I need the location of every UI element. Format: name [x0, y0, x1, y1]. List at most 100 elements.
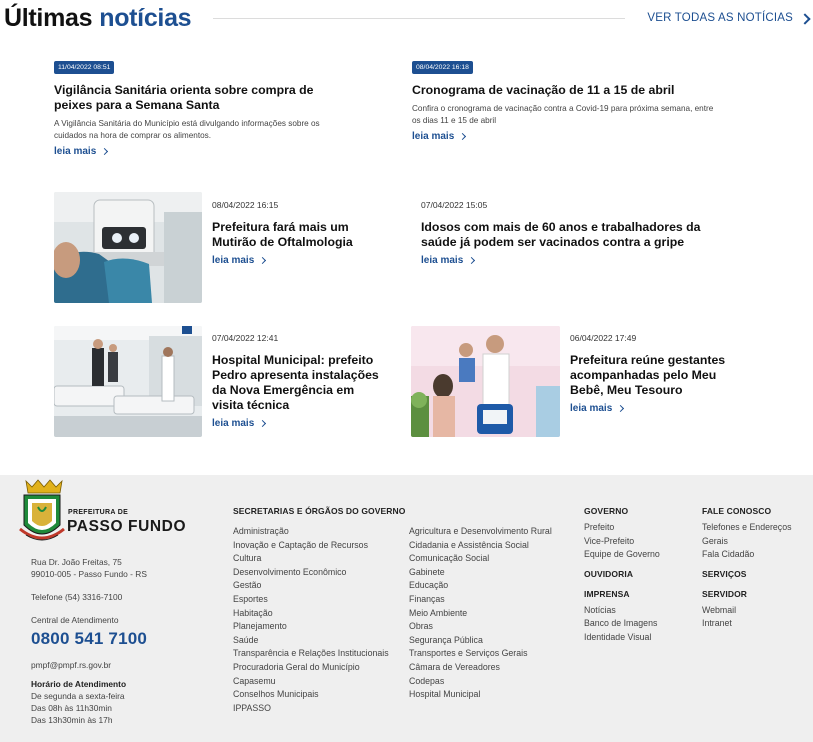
address-line-2: 99010-005 - Passo Fundo - RS	[31, 569, 147, 579]
footer-link[interactable]: Inovação e Captação de Recursos	[233, 539, 409, 553]
news-date: 07/04/2022 15:05	[421, 200, 488, 210]
footer-link[interactable]: Gabinete	[409, 566, 579, 580]
footer-link[interactable]: Hospital Municipal	[409, 688, 579, 702]
footer-link[interactable]: Agricultura e Desenvolvimento Rural	[409, 525, 579, 539]
footer-link[interactable]: Vice-Prefeito	[584, 535, 694, 549]
chevron-right-icon	[259, 256, 267, 265]
footer-link[interactable]: Fala Cidadão	[702, 548, 810, 562]
news-date: 06/04/2022 17:49	[570, 333, 637, 343]
brand-name: PASSO FUNDO	[67, 518, 187, 535]
chevron-right-icon	[459, 132, 467, 141]
news-card: 08/04/2022 16:15 Prefeitura fará mais um…	[212, 195, 382, 268]
read-more-link[interactable]: leia mais	[212, 418, 267, 429]
read-more-link[interactable]: leia mais	[412, 131, 467, 142]
footer-link[interactable]: Procuradoria Geral do Município	[233, 661, 409, 675]
footer-link[interactable]: Equipe de Governo	[584, 548, 694, 562]
footer-link[interactable]: Transportes e Serviços Gerais	[409, 647, 579, 661]
secretarias-heading: SECRETARIAS E ÓRGÃOS DO GOVERNO	[233, 506, 406, 516]
news-title-link[interactable]: Cronograma de vacinação de 11 a 15 de ab…	[412, 83, 722, 98]
footer-link[interactable]: Banco de Imagens	[584, 617, 694, 631]
footer-link[interactable]: Câmara de Vereadores	[409, 661, 579, 675]
footer-link[interactable]: Finanças	[409, 593, 579, 607]
footer-link[interactable]: Prefeito	[584, 521, 694, 535]
service-label: Central de Atendimento	[31, 615, 119, 625]
secretarias-section: SECRETARIAS E ÓRGÃOS DO GOVERNO	[233, 506, 573, 516]
footer-link[interactable]: Transparência e Relações Institucionais	[233, 647, 409, 661]
footer-link[interactable]: Segurança Pública	[409, 634, 579, 648]
news-thumbnail-ophthalmology[interactable]	[54, 192, 202, 303]
chevron-right-icon	[799, 12, 811, 25]
ouvidoria-heading[interactable]: OUVIDORIA	[584, 569, 694, 579]
fale-conosco-heading[interactable]: FALE CONOSCO	[702, 506, 810, 516]
news-thumbnail-hospital[interactable]	[54, 326, 202, 437]
footer-link[interactable]: Administração	[233, 525, 409, 539]
read-more-link[interactable]: leia mais	[212, 255, 267, 266]
imprensa-heading[interactable]: IMPRENSA	[584, 589, 694, 599]
phone-text: Telefone (54) 3316-7100	[31, 592, 123, 602]
city-logo-link[interactable]: PREFEITURA DE PASSO FUNDO	[18, 479, 188, 551]
news-title-link[interactable]: Hospital Municipal: prefeito Pedro apres…	[212, 353, 382, 413]
hospital-photo	[54, 326, 202, 437]
news-card: 11/04/2022 08:51 Vigilância Sanitária or…	[54, 56, 354, 159]
governo-heading[interactable]: GOVERNO	[584, 506, 694, 516]
ophthalmology-photo	[54, 192, 202, 303]
read-more-label: leia mais	[570, 403, 613, 414]
footer-link[interactable]: Identidade Visual	[584, 631, 694, 645]
hours-line-1: De segunda a sexta-feira	[31, 691, 125, 701]
news-thumbnail-pregnant-women[interactable]	[411, 326, 560, 437]
news-title-link[interactable]: Idosos com mais de 60 anos e trabalhador…	[421, 220, 731, 250]
contact-block: Rua Dr. João Freitas, 75 99010-005 - Pas…	[31, 556, 201, 726]
service-phone-link[interactable]: 0800 541 7100	[31, 629, 201, 649]
news-summary: A Vigilância Sanitária do Município está…	[54, 119, 320, 140]
footer-link[interactable]: Planejamento	[233, 620, 409, 634]
news-section-header: Últimas notícias VER TODAS AS NOTÍCIAS	[4, 0, 811, 36]
site-footer: PREFEITURA DE PASSO FUNDO Rua Dr. João F…	[0, 475, 813, 742]
footer-link[interactable]: Esportes	[233, 593, 409, 607]
footer-link[interactable]: Telefones e Endereços Gerais	[702, 521, 806, 548]
servidor-heading[interactable]: SERVIDOR	[702, 589, 810, 599]
read-more-link[interactable]: leia mais	[54, 146, 109, 157]
news-title-link[interactable]: Vigilância Sanitária orienta sobre compr…	[54, 83, 354, 113]
news-date-badge: 08/04/2022 16:18	[412, 61, 473, 74]
footer-link[interactable]: Codepas	[409, 675, 579, 689]
news-title-link[interactable]: Prefeitura reúne gestantes acompanhadas …	[570, 353, 740, 398]
see-all-news-link[interactable]: VER TODAS AS NOTÍCIAS	[647, 12, 811, 25]
title-part-1: Últimas	[4, 3, 93, 32]
governo-section: GOVERNO Prefeito Vice-Prefeito Equipe de…	[584, 506, 694, 645]
footer-link[interactable]: Cultura	[233, 552, 409, 566]
footer-link[interactable]: Educação	[409, 579, 579, 593]
footer-link[interactable]: IPPASSO	[233, 702, 409, 716]
news-date: 07/04/2022 12:41	[212, 333, 279, 343]
news-date: 08/04/2022 16:15	[212, 200, 279, 210]
footer-link[interactable]: Comunicação Social	[409, 552, 579, 566]
chevron-right-icon	[101, 147, 109, 156]
news-title-link[interactable]: Prefeitura fará mais um Mutirão de Oftal…	[212, 220, 382, 250]
brand-prefix: PREFEITURA DE	[68, 509, 129, 516]
footer-link[interactable]: Notícias	[584, 604, 694, 618]
servicos-heading[interactable]: SERVIÇOS	[702, 569, 810, 579]
hours-title: Horário de Atendimento	[31, 679, 127, 689]
footer-link[interactable]: Webmail	[702, 604, 810, 618]
footer-link[interactable]: Meio Ambiente	[409, 607, 579, 621]
footer-link[interactable]: Cidadania e Assistência Social	[409, 539, 579, 553]
footer-link[interactable]: Habitação	[233, 607, 409, 621]
footer-link[interactable]: Obras	[409, 620, 579, 634]
hours-line-2: Das 08h às 11h30min	[31, 703, 112, 713]
footer-link[interactable]: Intranet	[702, 617, 810, 631]
footer-link[interactable]: Capasemu	[233, 675, 409, 689]
news-date-badge: 11/04/2022 08:51	[54, 61, 115, 74]
news-card: 07/04/2022 12:41 Hospital Municipal: pre…	[212, 328, 382, 431]
chevron-right-icon	[617, 404, 625, 413]
email-link[interactable]: pmpf@pmpf.rs.gov.br	[31, 659, 201, 671]
news-card: 08/04/2022 16:18 Cronograma de vacinação…	[412, 56, 722, 144]
pregnant-women-photo	[411, 326, 560, 437]
read-more-link[interactable]: leia mais	[421, 255, 476, 266]
footer-link[interactable]: Desenvolvimento Econômico	[233, 566, 409, 580]
header-divider	[213, 17, 626, 19]
footer-link[interactable]: Saúde	[233, 634, 409, 648]
footer-link[interactable]: Gestão	[233, 579, 409, 593]
chevron-right-icon	[468, 256, 476, 265]
read-more-link[interactable]: leia mais	[570, 403, 625, 414]
page-title: Últimas notícias	[4, 3, 192, 33]
footer-link[interactable]: Conselhos Municipais	[233, 688, 409, 702]
